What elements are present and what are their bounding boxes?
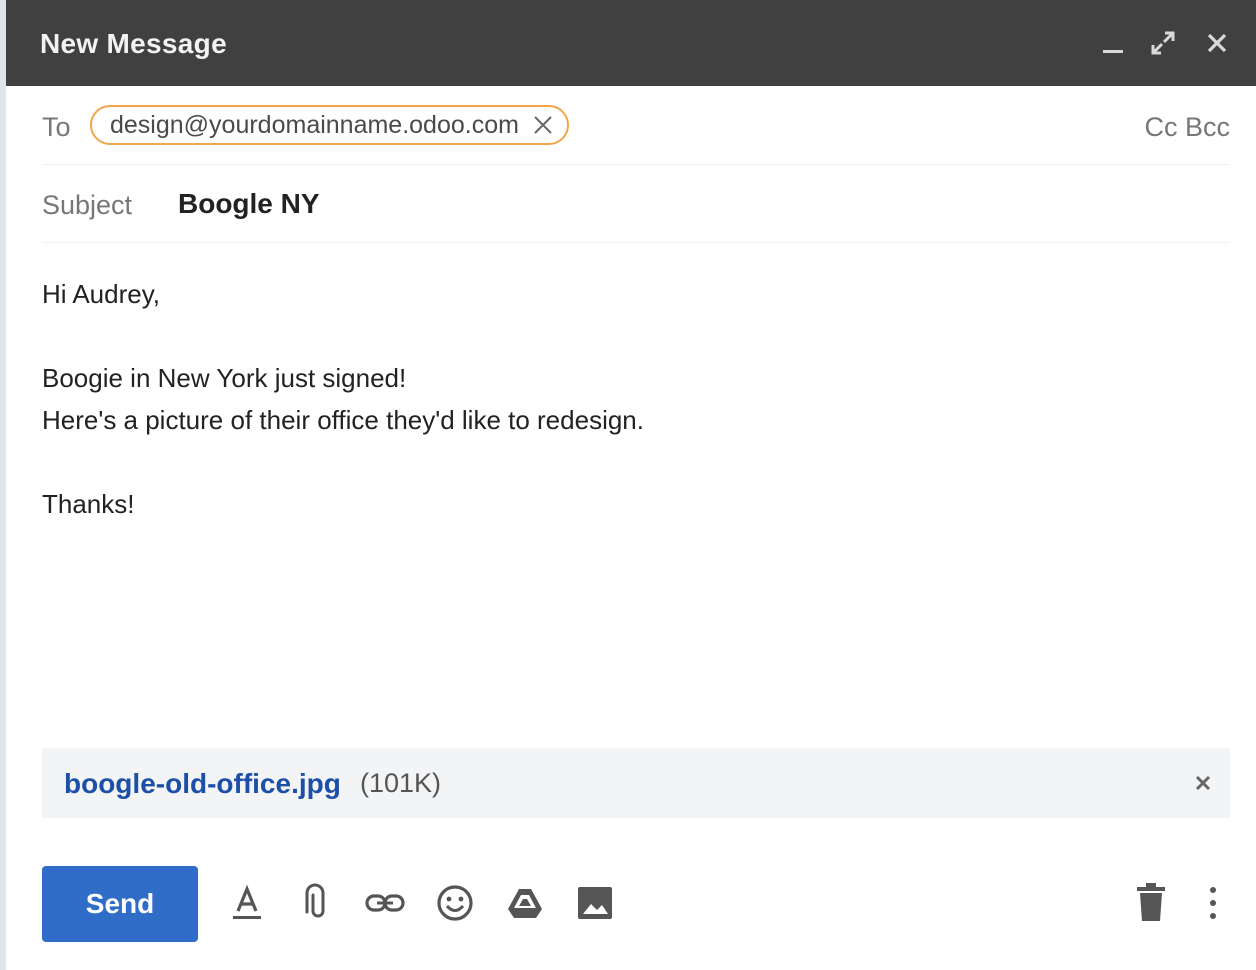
subject-label: Subject [42, 190, 133, 220]
minimize-button[interactable] [1098, 28, 1128, 58]
to-label: To [42, 112, 71, 142]
more-options-button[interactable] [1190, 880, 1236, 926]
to-row: To design@yourdomainname.odoo.com Cc Bcc [42, 92, 1230, 165]
remove-attachment-icon[interactable] [1192, 772, 1214, 794]
attachment-row: boogle-old-office.jpg (101K) [42, 748, 1230, 818]
attach-button[interactable] [294, 880, 340, 926]
image-icon [578, 887, 612, 919]
drive-icon [508, 889, 542, 918]
title-bar: New Message [6, 0, 1256, 86]
insert-link-button[interactable] [362, 880, 408, 926]
link-icon [365, 894, 405, 912]
subject-row: Subject Boogle NY [42, 166, 1230, 243]
message-body[interactable]: Hi Audrey, Boogie in New York just signe… [42, 278, 1222, 530]
page: New Message To design@yourdomainname.odo… [0, 0, 1256, 970]
body-line: Thanks! [42, 489, 135, 519]
send-button[interactable]: Send [42, 866, 198, 942]
expand-button[interactable] [1148, 28, 1178, 58]
attachment-size: (101K) [360, 768, 442, 798]
trash-icon [1137, 883, 1165, 921]
compose-window: New Message To design@yourdomainname.odo… [6, 0, 1256, 970]
remove-recipient-icon[interactable] [531, 113, 555, 137]
discard-button[interactable] [1128, 880, 1174, 926]
attachment-link[interactable]: boogle-old-office.jpg [64, 768, 341, 800]
body-line: Boogie in New York just signed! [42, 363, 407, 393]
subject-input[interactable]: Boogle NY [178, 188, 320, 220]
drive-button[interactable] [502, 880, 548, 926]
body-line: Here's a picture of their office they'd … [42, 405, 644, 435]
window-title: New Message [40, 28, 227, 59]
close-button[interactable] [1202, 28, 1232, 58]
format-text-icon [233, 884, 261, 919]
formatting-button[interactable] [224, 880, 270, 926]
insert-photo-button[interactable] [572, 880, 618, 926]
expand-icon [1151, 31, 1175, 55]
recipient-chip[interactable]: design@yourdomainname.odoo.com [90, 105, 569, 145]
emoji-button[interactable] [432, 880, 478, 926]
body-line: Hi Audrey, [42, 279, 161, 309]
cc-bcc-link[interactable]: Cc Bcc [1144, 112, 1230, 143]
recipient-email: design@yourdomainname.odoo.com [110, 110, 519, 139]
attach-icon [305, 883, 325, 918]
minimize-icon [1103, 50, 1123, 53]
emoji-icon [437, 885, 473, 921]
close-icon [1207, 33, 1227, 53]
more-vert-icon [1210, 887, 1216, 919]
